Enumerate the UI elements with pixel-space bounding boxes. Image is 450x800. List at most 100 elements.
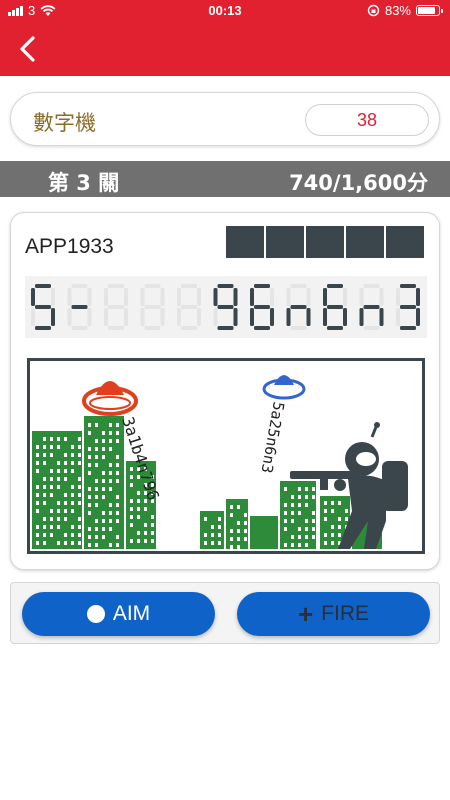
window bbox=[88, 535, 91, 539]
window bbox=[43, 477, 46, 481]
lcd-segment bbox=[35, 284, 51, 288]
lcd-segment bbox=[290, 326, 307, 330]
window bbox=[43, 461, 46, 465]
window bbox=[312, 535, 315, 539]
circle-icon bbox=[86, 605, 105, 623]
window bbox=[102, 479, 105, 483]
window bbox=[88, 463, 91, 467]
window bbox=[338, 517, 341, 521]
window bbox=[88, 495, 91, 499]
lcd-segment bbox=[233, 308, 238, 326]
window bbox=[230, 513, 233, 517]
window bbox=[298, 503, 301, 507]
lcd-segment bbox=[327, 326, 343, 330]
window bbox=[43, 533, 46, 537]
lcd-segment bbox=[233, 288, 238, 306]
window bbox=[95, 455, 98, 459]
window bbox=[95, 543, 98, 547]
window bbox=[64, 517, 67, 521]
window bbox=[102, 431, 105, 435]
window bbox=[43, 485, 46, 489]
life-box bbox=[306, 226, 344, 258]
window bbox=[88, 543, 91, 547]
lcd-digit bbox=[359, 284, 384, 330]
window bbox=[109, 463, 112, 467]
window bbox=[130, 515, 133, 519]
window bbox=[305, 543, 308, 547]
window bbox=[137, 515, 140, 519]
window bbox=[109, 519, 112, 523]
window bbox=[102, 527, 105, 531]
window bbox=[338, 533, 341, 537]
window bbox=[331, 501, 334, 505]
window bbox=[57, 509, 60, 513]
window bbox=[71, 469, 74, 473]
lcd-segment bbox=[124, 308, 128, 326]
window bbox=[130, 499, 133, 503]
window bbox=[204, 533, 207, 537]
window bbox=[102, 447, 105, 451]
window bbox=[109, 527, 112, 531]
device-card: 數字機 38 bbox=[10, 92, 440, 146]
window bbox=[338, 525, 341, 529]
window bbox=[95, 527, 98, 531]
window bbox=[57, 477, 60, 481]
window bbox=[43, 525, 46, 529]
blue-ufo-icon bbox=[262, 375, 306, 400]
window bbox=[36, 509, 39, 513]
window bbox=[109, 503, 112, 507]
window bbox=[237, 545, 240, 549]
battery-icon bbox=[416, 5, 443, 16]
lcd-segment bbox=[35, 305, 51, 309]
status-bar: 3 00:13 83% bbox=[0, 0, 450, 22]
window bbox=[331, 533, 334, 537]
lcd-segment bbox=[363, 284, 380, 288]
window bbox=[130, 467, 133, 471]
window bbox=[324, 509, 327, 513]
window bbox=[204, 541, 207, 545]
window bbox=[144, 523, 147, 527]
lcd-segment bbox=[108, 326, 124, 330]
fire-button[interactable]: + FIRE bbox=[237, 592, 430, 636]
lcd-segment bbox=[67, 308, 72, 326]
window bbox=[137, 507, 140, 511]
aim-label: AIM bbox=[112, 602, 151, 625]
lcd-segment bbox=[250, 288, 254, 306]
window bbox=[57, 437, 60, 441]
window bbox=[43, 501, 46, 505]
window bbox=[102, 535, 105, 539]
controls-card: AIM + FIRE bbox=[10, 582, 440, 644]
window bbox=[50, 469, 53, 473]
window bbox=[43, 437, 46, 441]
window bbox=[284, 527, 287, 531]
window bbox=[305, 495, 308, 499]
window bbox=[345, 517, 348, 521]
lcd-segment bbox=[306, 308, 311, 326]
lcd-segment bbox=[144, 284, 161, 288]
window bbox=[116, 423, 119, 427]
window bbox=[95, 535, 98, 539]
window bbox=[43, 517, 46, 521]
window bbox=[324, 501, 327, 505]
window bbox=[95, 463, 98, 467]
window bbox=[95, 487, 98, 491]
lcd-digit bbox=[31, 284, 55, 330]
window bbox=[109, 511, 112, 515]
window bbox=[305, 519, 308, 523]
window bbox=[71, 541, 74, 545]
window bbox=[78, 461, 81, 465]
lcd-segment bbox=[31, 288, 35, 306]
back-button[interactable] bbox=[12, 32, 46, 66]
lcd-segment bbox=[104, 288, 108, 306]
aim-button[interactable]: AIM bbox=[22, 592, 215, 636]
fire-label: FIRE bbox=[321, 602, 370, 625]
battery-fill bbox=[418, 7, 435, 14]
window bbox=[151, 515, 154, 519]
window bbox=[244, 529, 247, 533]
window bbox=[298, 535, 301, 539]
game-scene: 3a1b4n796 5a25n6n3 bbox=[27, 358, 425, 554]
lcd-segment bbox=[400, 305, 416, 309]
window bbox=[230, 505, 233, 509]
lcd-display bbox=[25, 276, 427, 338]
window bbox=[291, 543, 294, 547]
